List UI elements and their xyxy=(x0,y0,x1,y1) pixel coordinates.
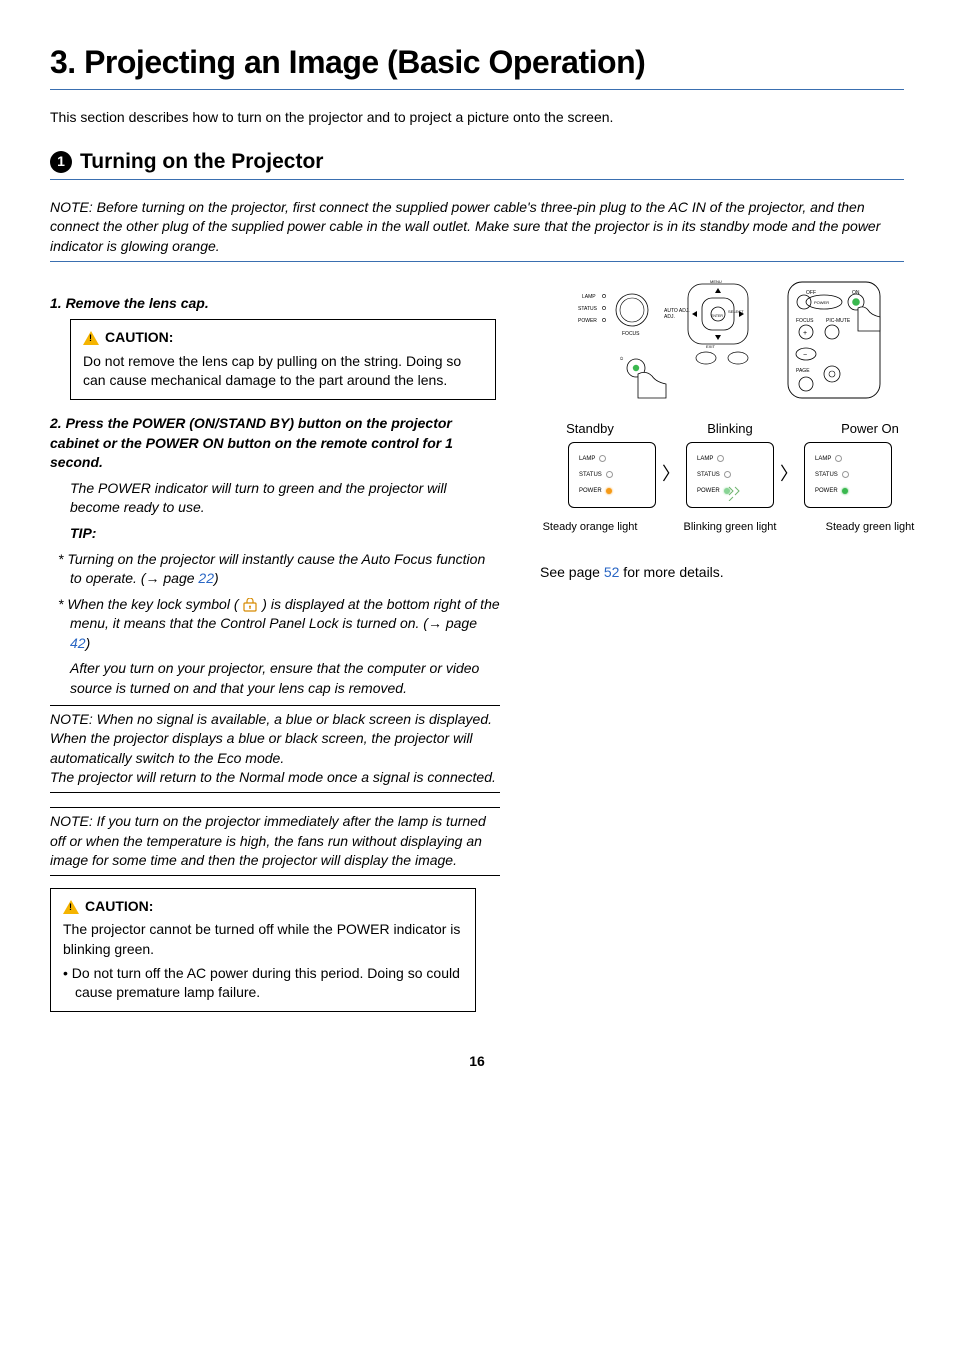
caution-header: CAUTION: xyxy=(85,897,153,917)
svg-text:ADJ.: ADJ. xyxy=(664,314,675,320)
svg-text:STATUS: STATUS xyxy=(578,306,598,312)
section-title-text: Turning on the Projector xyxy=(80,147,323,176)
step-1: 1. Remove the lens cap. xyxy=(50,294,500,314)
divider xyxy=(50,179,904,180)
caution-line1: The projector cannot be turned off while… xyxy=(63,920,463,959)
caution-bullet: • Do not turn off the AC power during th… xyxy=(63,964,463,1003)
state-standby-label: Standby xyxy=(530,420,650,438)
divider xyxy=(50,875,500,876)
blinking-sublabel: Blinking green light xyxy=(670,520,790,535)
note-fans: NOTE: If you turn on the projector immed… xyxy=(50,812,500,871)
svg-text:SELECT: SELECT xyxy=(728,309,744,314)
warning-icon xyxy=(63,900,79,914)
svg-text:⏻: ⏻ xyxy=(620,356,624,361)
arrow-icon: 〉 xyxy=(780,462,798,487)
caution-box-1: CAUTION: Do not remove the lens cap by p… xyxy=(70,319,496,400)
svg-text:LAMP: LAMP xyxy=(582,294,596,300)
svg-text:−: − xyxy=(803,352,807,359)
chapter-title: 3. Projecting an Image (Basic Operation) xyxy=(50,40,904,85)
remote-top-svg: OFF ON POWER FOCUS PIC-MUTE + − PAGE xyxy=(784,280,884,400)
svg-text:PAGE: PAGE xyxy=(796,368,810,374)
note-top: NOTE: Before turning on the projector, f… xyxy=(50,198,904,257)
svg-text:OFF: OFF xyxy=(806,290,816,296)
state-card-standby: LAMP STATUS POWER xyxy=(568,442,656,508)
step-2: 2. Press the POWER (ON/STAND BY) button … xyxy=(50,414,500,473)
svg-text:MENU: MENU xyxy=(710,280,722,284)
link-page-42[interactable]: 42 xyxy=(70,635,86,651)
svg-text:EXIT: EXIT xyxy=(706,344,715,349)
divider xyxy=(50,89,904,90)
control-panel-diagram: LAMP STATUS POWER FOCUS MENU xyxy=(576,280,884,400)
page-number: 16 xyxy=(50,1052,904,1072)
arrow-icon: 〉 xyxy=(662,462,680,487)
svg-text:POWER: POWER xyxy=(814,300,829,305)
link-page-52[interactable]: 52 xyxy=(604,564,620,580)
svg-text:ENTER: ENTER xyxy=(711,314,723,318)
svg-text:FOCUS: FOCUS xyxy=(796,318,814,324)
note-nosignal: NOTE: When no signal is available, a blu… xyxy=(50,710,500,788)
intro-text: This section describes how to turn on th… xyxy=(50,108,904,128)
state-card-poweron: LAMP STATUS POWER xyxy=(804,442,892,508)
tip-label: TIP: xyxy=(70,524,500,544)
poweron-sublabel: Steady green light xyxy=(810,520,930,535)
state-poweron-label: Power On xyxy=(810,420,930,438)
section-number-badge: 1 xyxy=(50,151,72,173)
svg-text:+: + xyxy=(803,330,807,337)
tip-1: * Turning on the projector will instantl… xyxy=(70,550,500,589)
caution-box-2: CAUTION: The projector cannot be turned … xyxy=(50,888,476,1012)
divider xyxy=(50,705,500,706)
state-card-blinking: LAMP STATUS POWER xyxy=(686,442,774,508)
svg-text:FOCUS: FOCUS xyxy=(622,331,640,337)
caution-header: CAUTION: xyxy=(105,328,173,348)
state-sublabels: Steady orange light Blinking green light… xyxy=(530,520,930,535)
divider xyxy=(50,261,904,262)
state-headers: Standby Blinking Power On xyxy=(530,420,930,438)
step2-body: The POWER indicator will turn to green a… xyxy=(70,479,500,518)
caution-body: Do not remove the lens cap by pulling on… xyxy=(83,352,483,391)
tip-2: * When the key lock symbol ( ) is displa… xyxy=(70,595,500,654)
svg-text:ON: ON xyxy=(852,290,860,296)
link-page-22[interactable]: 22 xyxy=(198,570,214,586)
standby-sublabel: Steady orange light xyxy=(530,520,650,535)
lock-icon xyxy=(242,598,258,612)
see-page-note: See page 52 for more details. xyxy=(540,563,724,583)
projector-panel-svg: LAMP STATUS POWER FOCUS MENU xyxy=(576,280,766,400)
state-cards: LAMP STATUS POWER 〉 LAMP STATUS POWER 〉 … xyxy=(568,442,892,508)
state-blinking-label: Blinking xyxy=(670,420,790,438)
divider xyxy=(50,807,500,808)
after-text: After you turn on your projector, ensure… xyxy=(70,659,500,698)
svg-text:PIC-MUTE: PIC-MUTE xyxy=(826,318,851,324)
svg-text:POWER: POWER xyxy=(578,318,597,324)
divider xyxy=(50,792,500,793)
section-heading: 1 Turning on the Projector xyxy=(50,147,904,176)
warning-icon xyxy=(83,331,99,345)
